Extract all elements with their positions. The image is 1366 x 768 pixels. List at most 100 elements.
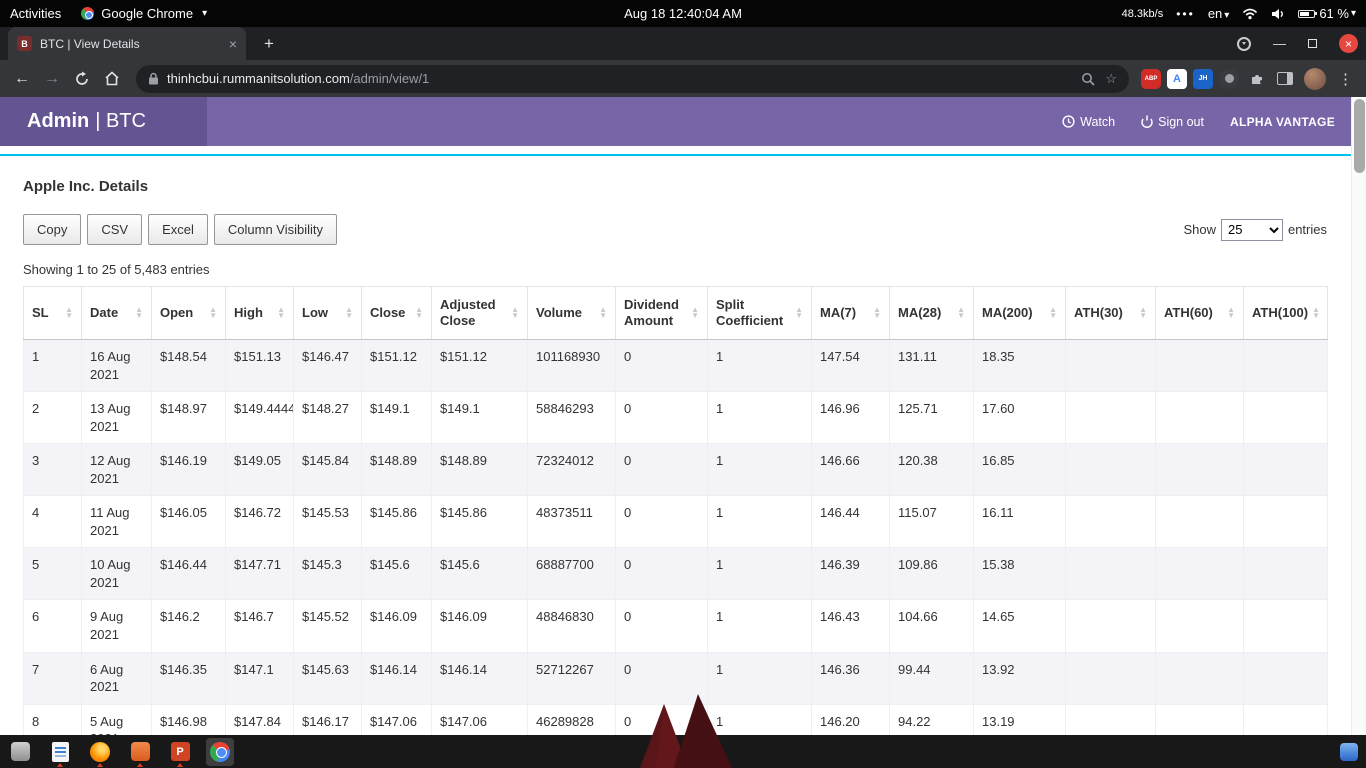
table-cell: $145.86 [432,496,528,548]
table-cell: $147.1 [226,652,294,704]
table-cell: 109.86 [890,548,974,600]
translate-extension-icon[interactable]: A [1167,69,1187,89]
minimize-button[interactable]: — [1273,36,1286,51]
scrollbar-thumb[interactable] [1354,99,1365,173]
column-header-ma-7[interactable]: MA(7)▲▼ [812,287,890,340]
column-header-ath-60[interactable]: ATH(60)▲▼ [1156,287,1244,340]
adblock-extension-icon[interactable]: ABP [1141,69,1161,89]
battery-status[interactable]: 61 % ▾ [1298,6,1356,21]
column-visibility-button[interactable]: Column Visibility [214,214,337,245]
browser-menu-icon[interactable]: ⋮ [1333,70,1358,88]
table-cell: 1 [708,392,812,444]
table-cell: 0 [616,548,708,600]
sort-icon[interactable]: ▲▼ [415,307,423,319]
browser-tab[interactable]: B BTC | View Details × [8,27,246,60]
keyboard-layout[interactable]: en▾ [1208,6,1230,21]
column-header-dividend-amount[interactable]: Dividend Amount ▲▼ [616,287,708,340]
site-brand[interactable]: Admin | BTC [0,97,207,146]
table-cell: $145.3 [294,548,362,600]
column-header-sl[interactable]: SL▲▼ [24,287,82,340]
sort-icon[interactable]: ▲▼ [795,307,803,319]
tray-icon[interactable] [1340,743,1358,761]
back-icon[interactable]: ← [8,65,36,93]
table-cell: 1 [708,548,812,600]
excel-button[interactable]: Excel [148,214,208,245]
sort-icon[interactable]: ▲▼ [345,307,353,319]
volume-icon [1271,8,1285,20]
bookmark-star-icon[interactable]: ☆ [1105,71,1117,87]
jh-extension-icon[interactable]: JH [1193,69,1213,89]
table-row: 116 Aug 2021$148.54$151.13$146.47$151.12… [24,340,1328,392]
table-cell: 8 [24,704,82,735]
column-header-high[interactable]: High▲▼ [226,287,294,340]
taskbar-firefox-button[interactable] [86,738,114,766]
sort-icon[interactable]: ▲▼ [65,307,73,319]
copy-button[interactable]: Copy [23,214,81,245]
sort-icon[interactable]: ▲▼ [209,307,217,319]
table-cell [1066,704,1156,735]
activities-button[interactable]: Activities [10,6,61,21]
table-cell: 94.22 [890,704,974,735]
close-window-button[interactable]: × [1339,34,1358,53]
reload-icon[interactable] [68,65,96,93]
table-cell: 68887700 [528,548,616,600]
table-cell [1244,392,1328,444]
address-bar[interactable]: thinhcbui.rummanitsolution.com/admin/vie… [136,65,1129,93]
column-header-low[interactable]: Low▲▼ [294,287,362,340]
column-header-volume[interactable]: Volume▲▼ [528,287,616,340]
sort-icon[interactable]: ▲▼ [511,307,519,319]
network-speed: 48.3kb/s [1122,8,1164,20]
indicator-dots-icon[interactable]: ••• [1176,7,1195,21]
extension-icon[interactable] [1219,69,1239,89]
sort-icon[interactable]: ▲▼ [1139,307,1147,319]
new-tab-button[interactable]: + [258,33,280,55]
tab-close-icon[interactable]: × [229,36,237,52]
sort-icon[interactable]: ▲▼ [135,307,143,319]
table-cell: $145.86 [362,496,432,548]
sort-icon[interactable]: ▲▼ [873,307,881,319]
csv-button[interactable]: CSV [87,214,142,245]
sort-icon[interactable]: ▲▼ [691,307,699,319]
taskbar-chrome-button[interactable] [206,738,234,766]
battery-percent: 61 % [1319,6,1349,21]
extensions-puzzle-icon[interactable] [1243,65,1271,93]
maximize-button[interactable] [1308,39,1317,48]
sort-icon[interactable]: ▲▼ [957,307,965,319]
taskbar-text-editor-button[interactable] [46,738,74,766]
table-cell: 99.44 [890,652,974,704]
column-header-close[interactable]: Close▲▼ [362,287,432,340]
sort-icon[interactable]: ▲▼ [1049,307,1057,319]
column-header-adjusted-close[interactable]: Adjusted Close▲▼ [432,287,528,340]
column-header-date[interactable]: Date▲▼ [82,287,152,340]
column-label: Dividend Amount [624,297,687,330]
sort-icon[interactable]: ▲▼ [599,307,607,319]
home-icon[interactable] [98,65,126,93]
sign-out-link[interactable]: Sign out [1141,115,1204,129]
taskbar-impress-button[interactable]: P [166,738,194,766]
column-label: ATH(30) [1074,305,1123,321]
profile-avatar[interactable] [1304,68,1326,90]
zoom-icon[interactable] [1081,72,1095,86]
tab-search-icon[interactable] [1237,37,1251,51]
taskbar-files-button[interactable] [6,738,34,766]
side-panel-icon[interactable] [1277,72,1293,85]
column-header-ath-100[interactable]: ATH(100)▲▼ [1244,287,1328,340]
scrollbar[interactable] [1351,97,1366,735]
column-header-ma-200[interactable]: MA(200)▲▼ [974,287,1066,340]
column-header-open[interactable]: Open▲▼ [152,287,226,340]
forward-icon[interactable]: → [38,65,66,93]
sort-icon[interactable]: ▲▼ [277,307,285,319]
clock[interactable]: Aug 18 12:40:04 AM [624,6,742,21]
app-menu[interactable]: Google Chrome ▾ [81,6,207,21]
table-cell [1156,444,1244,496]
watch-link[interactable]: Watch [1062,115,1115,129]
column-header-split-coefficient[interactable]: Split Coefficient▲▼ [708,287,812,340]
sort-icon[interactable]: ▲▼ [1312,307,1320,319]
table-cell: $147.84 [226,704,294,735]
column-header-ath-30[interactable]: ATH(30) ▲▼ [1066,287,1156,340]
alpha-vantage-logo[interactable]: ALPHA VANTAGE [1230,115,1335,129]
taskbar-app-button[interactable] [126,738,154,766]
sort-icon[interactable]: ▲▼ [1227,307,1235,319]
page-length-select[interactable]: 25 [1221,219,1283,241]
column-header-ma-28[interactable]: MA(28)▲▼ [890,287,974,340]
